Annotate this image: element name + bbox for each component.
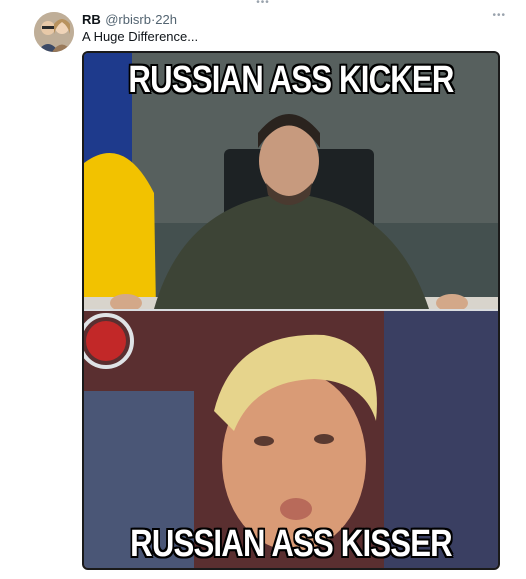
meme-top-panel: RUSSIAN ASS KICKER xyxy=(84,53,498,313)
avatar[interactable] xyxy=(34,12,74,52)
more-options-icon[interactable]: ••• xyxy=(492,10,506,21)
top-more-dots-icon[interactable]: ••• xyxy=(0,0,526,8)
tweet-timestamp[interactable]: 22h xyxy=(155,12,177,27)
bottom-caption: RUSSIAN ASS KISSER xyxy=(130,523,453,565)
author-handle[interactable]: @rbisrb xyxy=(105,12,151,27)
tweet-media-image[interactable]: RUSSIAN ASS KICKER RUSSIAN ASS KISSER xyxy=(82,51,500,570)
tweet-header: RB @rbisrb·22h xyxy=(82,11,506,31)
meme-bottom-panel: RUSSIAN ASS KISSER xyxy=(84,311,498,568)
avatar-image xyxy=(34,12,74,52)
logo-icon xyxy=(86,321,126,361)
top-caption: RUSSIAN ASS KICKER xyxy=(128,59,454,101)
tweet-text: A Huge Difference... xyxy=(82,29,199,44)
author-name[interactable]: RB xyxy=(82,12,101,27)
